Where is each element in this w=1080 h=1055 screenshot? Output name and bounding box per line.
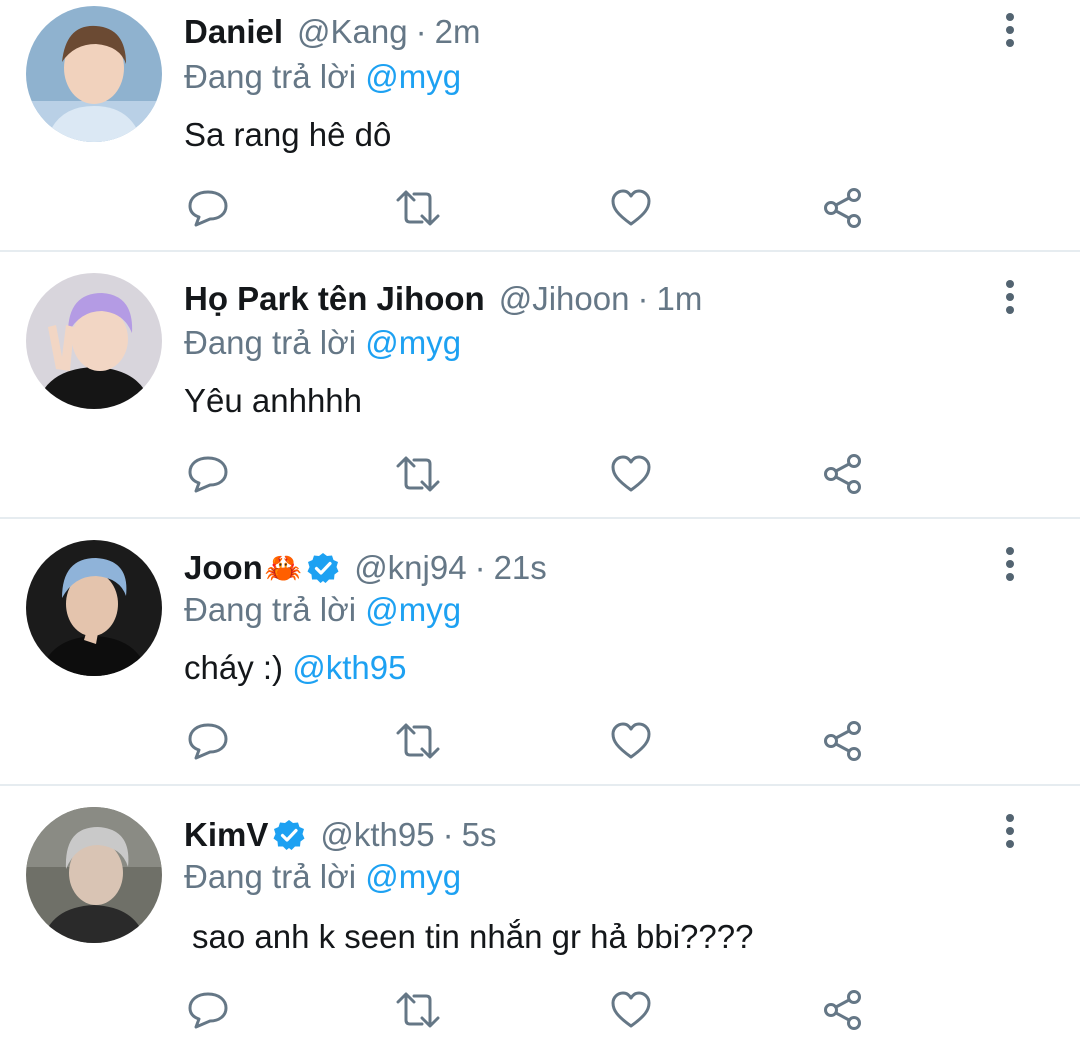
reply-button[interactable] — [184, 719, 232, 763]
action-bar — [184, 988, 884, 1032]
vertical-dots-icon[interactable] — [998, 277, 1022, 317]
avatar[interactable] — [26, 273, 162, 409]
retweet-button[interactable] — [394, 719, 442, 763]
tweet[interactable]: Joon 🦀 @knj94 · 21s Đang trả lời @myg ch… — [0, 519, 1080, 786]
speech-bubble-icon — [188, 723, 228, 760]
display-name[interactable]: KimV — [184, 816, 268, 854]
share-button[interactable] — [819, 988, 867, 1032]
retweet-icon — [396, 456, 440, 492]
reply-mention-link[interactable]: @myg — [365, 324, 461, 361]
display-name[interactable]: Daniel — [184, 13, 283, 51]
action-bar — [184, 719, 884, 763]
display-name[interactable]: Joon — [184, 549, 263, 587]
replying-to: Đang trả lời @myg — [184, 324, 461, 362]
reply-button[interactable] — [184, 452, 232, 496]
retweet-icon — [396, 190, 440, 226]
timestamp[interactable]: 21s — [494, 549, 547, 587]
avatar[interactable] — [26, 540, 162, 676]
replying-to: Đang trả lời @myg — [184, 591, 461, 629]
share-icon — [824, 990, 861, 1030]
speech-bubble-icon — [188, 190, 228, 227]
reply-prefix: Đang trả lời — [184, 858, 357, 895]
crab-emoji: 🦀 — [264, 551, 303, 585]
like-button[interactable] — [607, 719, 655, 763]
tweet-text: Yêu anhhhh — [184, 382, 362, 420]
action-bar — [184, 452, 884, 496]
heart-icon — [611, 991, 651, 1028]
like-button[interactable] — [607, 988, 655, 1032]
separator-dot: · — [415, 13, 427, 50]
reply-mention-link[interactable]: @myg — [365, 591, 461, 628]
reply-button[interactable] — [184, 988, 232, 1032]
retweet-button[interactable] — [394, 988, 442, 1032]
replying-to: Đang trả lời @myg — [184, 858, 461, 896]
tweet-text: Sa rang hê dô — [184, 116, 391, 154]
vertical-dots-icon[interactable] — [998, 544, 1022, 584]
user-handle[interactable]: @Kang — [297, 13, 408, 51]
share-button[interactable] — [819, 719, 867, 763]
share-icon — [824, 188, 861, 228]
display-name[interactable]: Họ Park tên Jihoon — [184, 280, 485, 318]
retweet-icon — [396, 992, 440, 1028]
tweet[interactable]: Họ Park tên Jihoon @Jihoon · 1m Đang trả… — [0, 252, 1080, 519]
speech-bubble-icon — [188, 992, 228, 1029]
like-button[interactable] — [607, 186, 655, 230]
share-icon — [824, 454, 861, 494]
reply-prefix: Đang trả lời — [184, 591, 357, 628]
reply-prefix: Đang trả lời — [184, 58, 357, 95]
reply-mention-link[interactable]: @myg — [365, 58, 461, 95]
tweet-text: sao anh k seen tin nhắn gr hả bbi???? — [192, 918, 753, 956]
tweet-text-content: Yêu anhhhh — [184, 382, 363, 419]
reply-button[interactable] — [184, 186, 232, 230]
heart-icon — [611, 189, 651, 226]
like-button[interactable] — [607, 452, 655, 496]
speech-bubble-icon — [188, 456, 228, 493]
separator-dot: · — [637, 280, 649, 317]
reply-prefix: Đang trả lời — [184, 324, 357, 361]
heart-icon — [611, 722, 651, 759]
heart-icon — [611, 455, 651, 492]
retweet-button[interactable] — [394, 452, 442, 496]
separator-dot: · — [442, 816, 454, 853]
avatar[interactable] — [26, 6, 162, 142]
tweet-text-content: sao anh k seen tin nhắn gr hả bbi???? — [192, 918, 754, 955]
replying-to: Đang trả lời @myg — [184, 58, 461, 96]
retweet-icon — [396, 723, 440, 759]
vertical-dots-icon[interactable] — [998, 811, 1022, 851]
user-handle[interactable]: @knj94 — [354, 549, 466, 587]
timestamp[interactable]: 5s — [462, 816, 497, 854]
retweet-button[interactable] — [394, 186, 442, 230]
avatar[interactable] — [26, 807, 162, 943]
tweet-text: cháy :) @kth95 — [184, 649, 406, 687]
timestamp[interactable]: 2m — [435, 13, 481, 51]
share-button[interactable] — [819, 452, 867, 496]
vertical-dots-icon[interactable] — [998, 10, 1022, 50]
action-bar — [184, 186, 884, 230]
tweet[interactable]: Daniel @Kang · 2m Đang trả lời @myg Sa r… — [0, 0, 1080, 252]
tweet-text-content: Sa rang hê dô — [184, 116, 392, 153]
tweet[interactable]: KimV @kth95 · 5s Đang trả lời @myg sao a… — [0, 786, 1080, 1055]
verified-badge-icon — [272, 818, 306, 852]
user-handle[interactable]: @Jihoon — [499, 280, 630, 318]
separator-dot: · — [474, 549, 486, 586]
timestamp[interactable]: 1m — [656, 280, 702, 318]
share-icon — [824, 721, 861, 761]
reply-mention-link[interactable]: @myg — [365, 858, 461, 895]
text-mention-link[interactable]: @kth95 — [292, 649, 406, 686]
user-handle[interactable]: @kth95 — [320, 816, 434, 854]
share-button[interactable] — [819, 186, 867, 230]
tweet-text-content: cháy :) — [184, 649, 284, 686]
verified-badge-icon — [306, 551, 340, 585]
